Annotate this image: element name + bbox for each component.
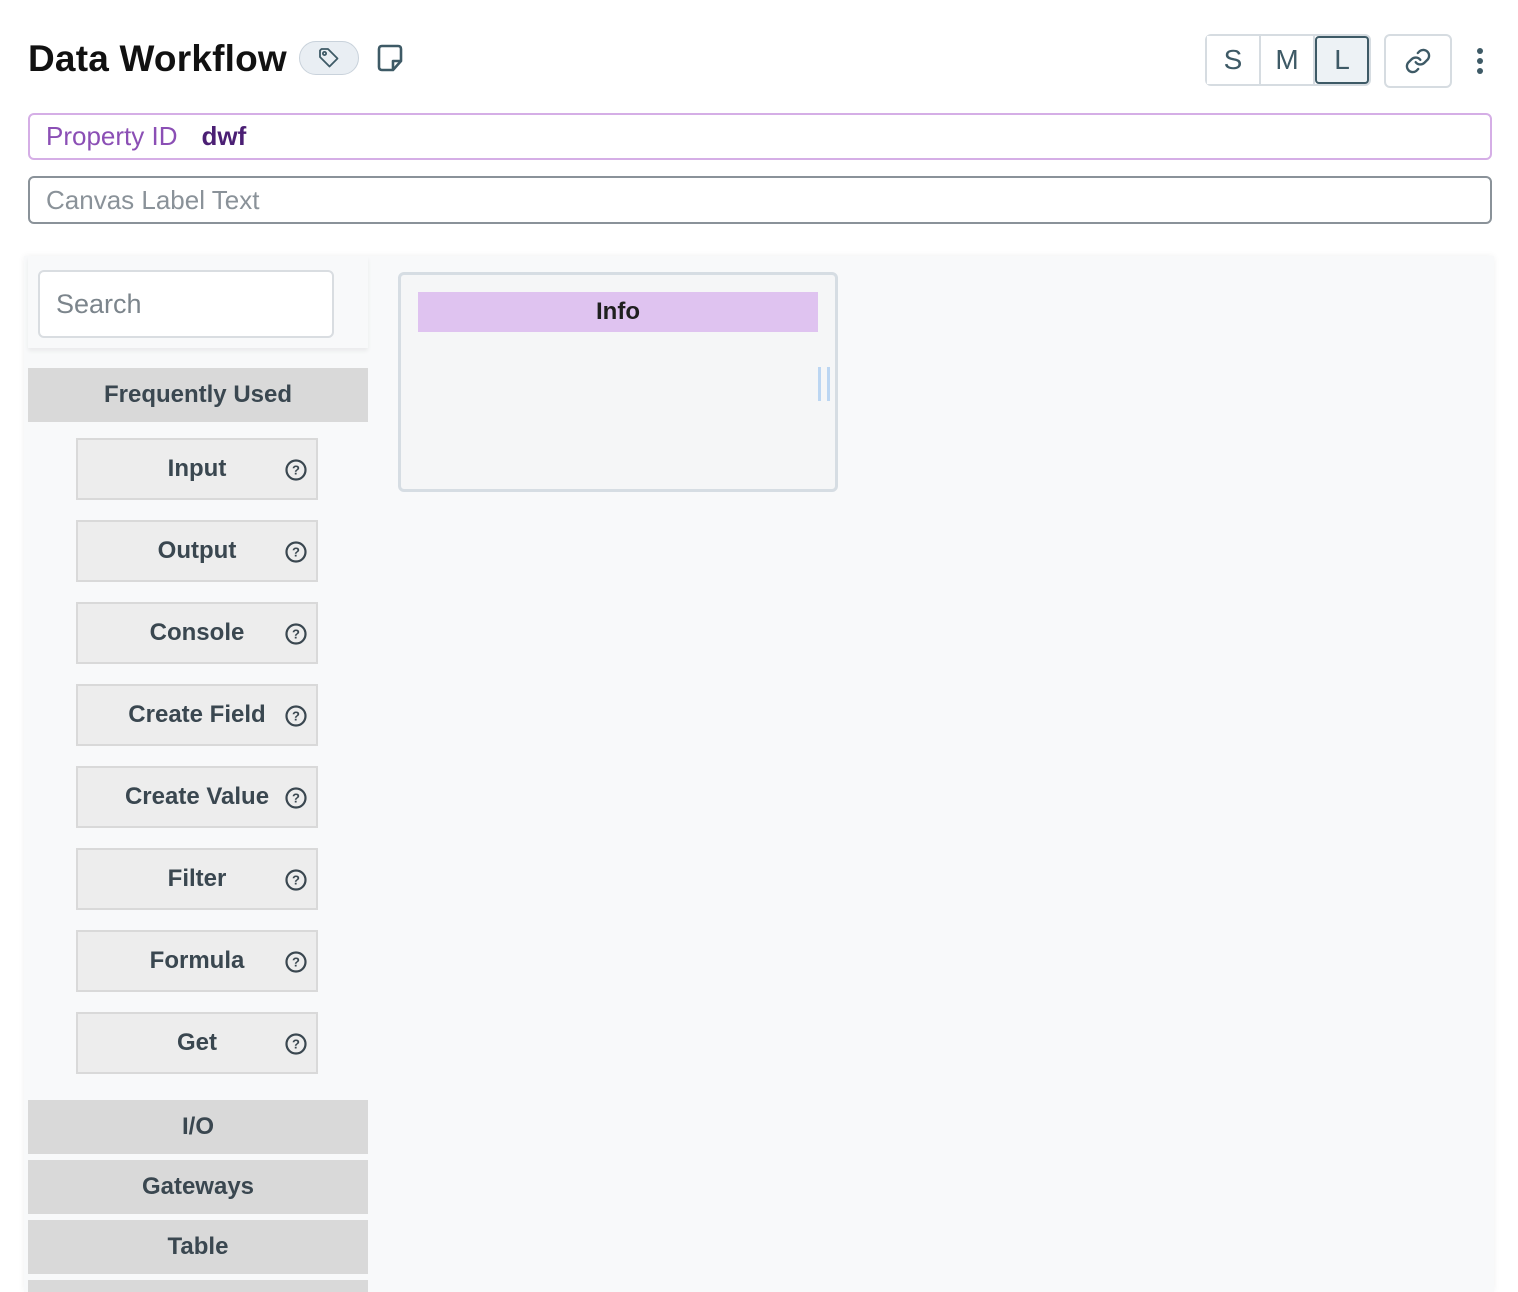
- size-large-button[interactable]: L: [1315, 36, 1369, 84]
- category-frequently-used[interactable]: Frequently Used: [28, 368, 368, 422]
- node-get-button[interactable]: Get ?: [76, 1012, 318, 1074]
- node-label: Create Value: [124, 783, 270, 810]
- svg-text:?: ?: [292, 627, 300, 642]
- node-formula-button[interactable]: Formula ?: [76, 930, 318, 992]
- category-gateways[interactable]: Gateways: [28, 1160, 368, 1214]
- node-output-button[interactable]: Output ?: [76, 520, 318, 582]
- svg-text:?: ?: [292, 709, 300, 724]
- node-create-value-button[interactable]: Create Value ?: [76, 766, 318, 828]
- search-input[interactable]: [38, 270, 334, 338]
- node-palette-sidebar: Frequently Used Input ? Output ? Console…: [28, 256, 368, 1292]
- help-icon[interactable]: ?: [284, 622, 308, 646]
- info-node-header[interactable]: Info: [418, 292, 818, 332]
- svg-text:?: ?: [292, 791, 300, 806]
- link-icon: [1405, 48, 1431, 74]
- info-node[interactable]: Info: [398, 272, 838, 492]
- property-id-field[interactable]: Property ID dwf: [28, 113, 1492, 160]
- svg-text:?: ?: [292, 463, 300, 478]
- node-label: Input: [167, 455, 227, 482]
- svg-text:?: ?: [292, 873, 300, 888]
- svg-text:?: ?: [292, 955, 300, 970]
- node-filter-button[interactable]: Filter ?: [76, 848, 318, 910]
- svg-text:?: ?: [292, 545, 300, 560]
- canvas-label-input[interactable]: [28, 176, 1492, 224]
- help-icon[interactable]: ?: [284, 540, 308, 564]
- property-id-label: Property ID: [46, 121, 178, 151]
- node-console-button[interactable]: Console ?: [76, 602, 318, 664]
- category-io[interactable]: I/O: [28, 1100, 368, 1154]
- property-id-value: dwf: [201, 121, 247, 151]
- node-label: Console: [149, 619, 245, 646]
- tag-button[interactable]: [299, 41, 359, 75]
- more-options-icon[interactable]: [1468, 44, 1492, 78]
- size-medium-button[interactable]: M: [1261, 36, 1315, 84]
- resize-handle[interactable]: [818, 367, 830, 401]
- node-create-field-button[interactable]: Create Field ?: [76, 684, 318, 746]
- node-input-button[interactable]: Input ?: [76, 438, 318, 500]
- tag-icon: [319, 48, 339, 68]
- category-table[interactable]: Table: [28, 1220, 368, 1274]
- help-icon[interactable]: ?: [284, 1032, 308, 1056]
- category-more[interactable]: [28, 1280, 368, 1292]
- size-small-button[interactable]: S: [1207, 36, 1261, 84]
- help-icon[interactable]: ?: [284, 868, 308, 892]
- node-label: Create Field: [128, 701, 266, 728]
- help-icon[interactable]: ?: [284, 458, 308, 482]
- help-icon[interactable]: ?: [284, 950, 308, 974]
- page-title: Data Workflow: [28, 38, 287, 79]
- note-icon: [377, 44, 403, 72]
- search-container: [28, 256, 368, 348]
- workflow-canvas[interactable]: Info: [368, 256, 1494, 1292]
- node-label: Formula: [149, 947, 245, 974]
- workflow-workspace: Frequently Used Input ? Output ? Console…: [24, 256, 1494, 1292]
- link-button[interactable]: [1384, 34, 1452, 88]
- help-icon[interactable]: ?: [284, 786, 308, 810]
- node-label: Filter: [167, 865, 227, 892]
- svg-text:?: ?: [292, 1037, 300, 1052]
- node-label: Get: [176, 1029, 217, 1056]
- help-icon[interactable]: ?: [284, 704, 308, 728]
- node-label: Output: [157, 537, 237, 564]
- note-button[interactable]: [374, 42, 406, 74]
- size-toggle-group: S M L: [1205, 34, 1371, 86]
- header: Data Workflow S M L: [28, 34, 1492, 88]
